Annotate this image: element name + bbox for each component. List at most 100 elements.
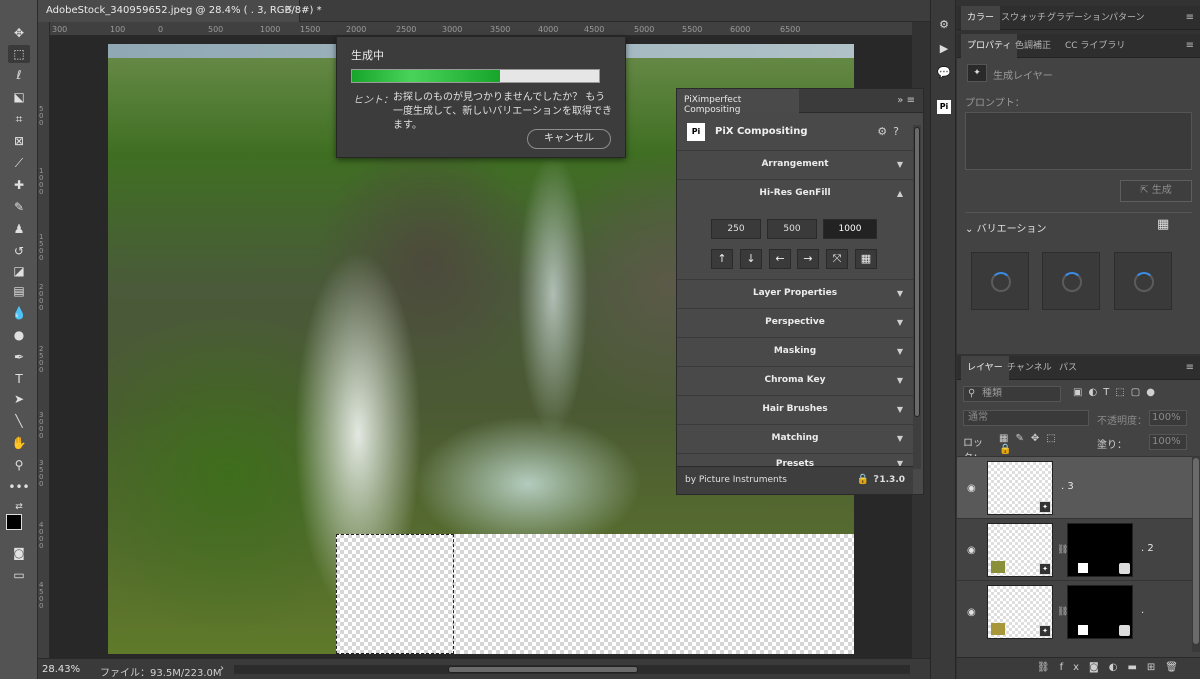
adjustment-icon[interactable]: ◐ [1109, 662, 1128, 673]
object-select-tool-icon[interactable]: ⬕ [8, 88, 30, 106]
pen-tool-icon[interactable]: ✒ [8, 348, 30, 366]
scrollbar-thumb[interactable] [914, 127, 920, 417]
panel-tab[interactable]: PiXimperfect Compositing [677, 89, 799, 115]
horizontal-scrollbar[interactable] [234, 665, 910, 674]
help-icon[interactable]: ? [893, 125, 905, 138]
layer-thumbnail[interactable]: ✦ [987, 585, 1053, 639]
screen-mode-icon[interactable]: ▭ [8, 566, 30, 584]
lock-pixels-icon[interactable]: ✎ [1015, 433, 1030, 444]
document-tab[interactable]: AdobeStock_340959652.jpeg @ 28.4% ( . 3,… [38, 0, 322, 22]
shape-filter-icon[interactable]: ⬚ [1115, 387, 1130, 398]
group-folder-icon[interactable]: ▬ [1127, 662, 1146, 673]
opacity-input[interactable]: 100% [1149, 410, 1187, 426]
path-select-tool-icon[interactable]: ➤ [8, 390, 30, 408]
arrow-left-icon[interactable]: ← [769, 249, 791, 269]
menu-icon[interactable]: ≡ [907, 95, 915, 106]
cancel-button[interactable]: キャンセル [527, 129, 611, 149]
section-masking[interactable]: Masking ▼ [677, 337, 913, 365]
layer-name[interactable]: . [1141, 605, 1144, 616]
type-filter-icon[interactable]: T [1103, 387, 1115, 398]
section-layer-properties[interactable]: Layer Properties ▼ [677, 279, 913, 307]
frame-tool-icon[interactable]: ⊠ [8, 132, 30, 150]
layer-thumbnail[interactable]: ✦ [987, 461, 1053, 515]
panel-scrollbar[interactable] [913, 125, 921, 469]
menu-icon[interactable]: ≡ [1186, 40, 1194, 51]
size-1000-button[interactable]: 1000 [823, 219, 877, 239]
tab-paths[interactable]: パス [1053, 356, 1083, 380]
lock-icon[interactable]: 🔒 [857, 474, 869, 485]
play-icon[interactable]: ▶ [937, 42, 951, 56]
close-icon[interactable]: ✕ [285, 4, 293, 15]
eraser-tool-icon[interactable]: ◪ [8, 262, 30, 280]
section-matching[interactable]: Matching ▼ [677, 424, 913, 452]
link-layers-icon[interactable]: ⛓ [1037, 662, 1060, 673]
layer-row[interactable]: ◉ ✦ . 3 [957, 456, 1192, 518]
foreground-color[interactable] [6, 514, 22, 530]
gear-icon[interactable]: ⚙ [877, 125, 893, 138]
section-perspective[interactable]: Perspective ▼ [677, 308, 913, 336]
tab-adjustments[interactable]: 色調補正 [1009, 34, 1057, 58]
variation-thumbnail[interactable] [1042, 252, 1100, 310]
gradient-tool-icon[interactable]: ▤ [8, 282, 30, 300]
image-filter-icon[interactable]: ▣ [1073, 387, 1088, 398]
visibility-eye-icon[interactable]: ◉ [967, 607, 976, 618]
tab-pattern[interactable]: パターン [1103, 6, 1151, 30]
tab-channels[interactable]: チャンネル [1001, 356, 1058, 380]
scrollbar-thumb[interactable] [448, 666, 638, 673]
trash-icon[interactable]: 🗑 [1165, 662, 1188, 673]
variation-thumbnail[interactable] [971, 252, 1029, 310]
layer-mask-thumbnail[interactable] [1067, 523, 1133, 577]
section-hires-genfill[interactable]: Hi-Res GenFill ▲ [677, 179, 913, 207]
filter-kind-select[interactable]: ⚲ 種類 [963, 386, 1061, 402]
pix-panel-icon[interactable]: Pi [937, 100, 951, 114]
move-tool-icon[interactable]: ✥ [8, 24, 30, 42]
layer-row[interactable]: ◉ ✦ ⛓ . 2 [957, 518, 1192, 580]
layer-name[interactable]: . 3 [1061, 481, 1074, 492]
generate-button[interactable]: ⇱ 生成 [1120, 180, 1192, 202]
history-icon[interactable]: ⚙ [937, 18, 951, 32]
stamp-tool-icon[interactable]: ♟ [8, 220, 30, 238]
adjustment-filter-icon[interactable]: ◐ [1088, 387, 1103, 398]
arrow-right-icon[interactable]: → [797, 249, 819, 269]
chevron-right-icon[interactable]: › [220, 663, 224, 674]
visibility-eye-icon[interactable]: ◉ [967, 545, 976, 556]
healing-tool-icon[interactable]: ✚ [8, 176, 30, 194]
blend-mode-select[interactable]: 通常 [963, 410, 1089, 426]
arrow-down-icon[interactable]: ↓ [740, 249, 762, 269]
checker-icon[interactable]: ▦ [855, 249, 877, 269]
more-tools-icon[interactable]: ••• [8, 478, 30, 496]
prompt-input[interactable] [965, 112, 1192, 170]
fx-icon[interactable]: fx [1060, 662, 1089, 673]
zoom-level[interactable]: 28.43% [42, 664, 80, 675]
visibility-eye-icon[interactable]: ◉ [967, 483, 976, 494]
marquee-tool-icon[interactable]: ⬚ [8, 45, 30, 63]
comment-icon[interactable]: 💬 [937, 66, 951, 80]
layer-name[interactable]: . 2 [1141, 543, 1154, 554]
menu-icon[interactable]: ≡ [1186, 12, 1194, 23]
quick-mask-icon[interactable]: ◙ [8, 544, 30, 562]
eyedropper-tool-icon[interactable]: ⟋ [8, 154, 30, 172]
variation-thumbnail[interactable] [1114, 252, 1172, 310]
section-presets[interactable]: Presets ▼ [677, 453, 913, 467]
blur-tool-icon[interactable]: 💧 [8, 304, 30, 322]
add-mask-icon[interactable]: ◙ [1089, 662, 1109, 673]
lasso-tool-icon[interactable]: ℓ [8, 66, 30, 84]
panel-controls[interactable]: » ≡ [897, 95, 915, 106]
selection-marquee[interactable] [336, 534, 454, 654]
lock-all-icon[interactable]: 🔒 [999, 444, 1018, 455]
expand-icon[interactable]: ⤧ [826, 249, 848, 269]
section-arrangement[interactable]: Arrangement ▼ [677, 150, 913, 178]
layer-row[interactable]: ◉ ✦ ⛓ . [957, 580, 1192, 642]
smart-object-filter-icon[interactable]: ▢ [1131, 387, 1146, 398]
size-500-button[interactable]: 500 [767, 219, 817, 239]
grid-view-icon[interactable]: ▦ [1157, 218, 1171, 232]
lock-transparent-icon[interactable]: ▦ [999, 433, 1015, 444]
filter-toggle-icon[interactable]: ● [1146, 387, 1161, 398]
lock-artboard-icon[interactable]: ⬚ [1046, 433, 1062, 444]
variations-header[interactable]: ⌄ バリエーション [965, 220, 1046, 235]
line-tool-icon[interactable]: ╲ [8, 412, 30, 430]
layer-mask-thumbnail[interactable] [1067, 585, 1133, 639]
size-250-button[interactable]: 250 [711, 219, 761, 239]
menu-icon[interactable]: ≡ [1186, 362, 1194, 373]
history-brush-tool-icon[interactable]: ↺ [8, 242, 30, 260]
